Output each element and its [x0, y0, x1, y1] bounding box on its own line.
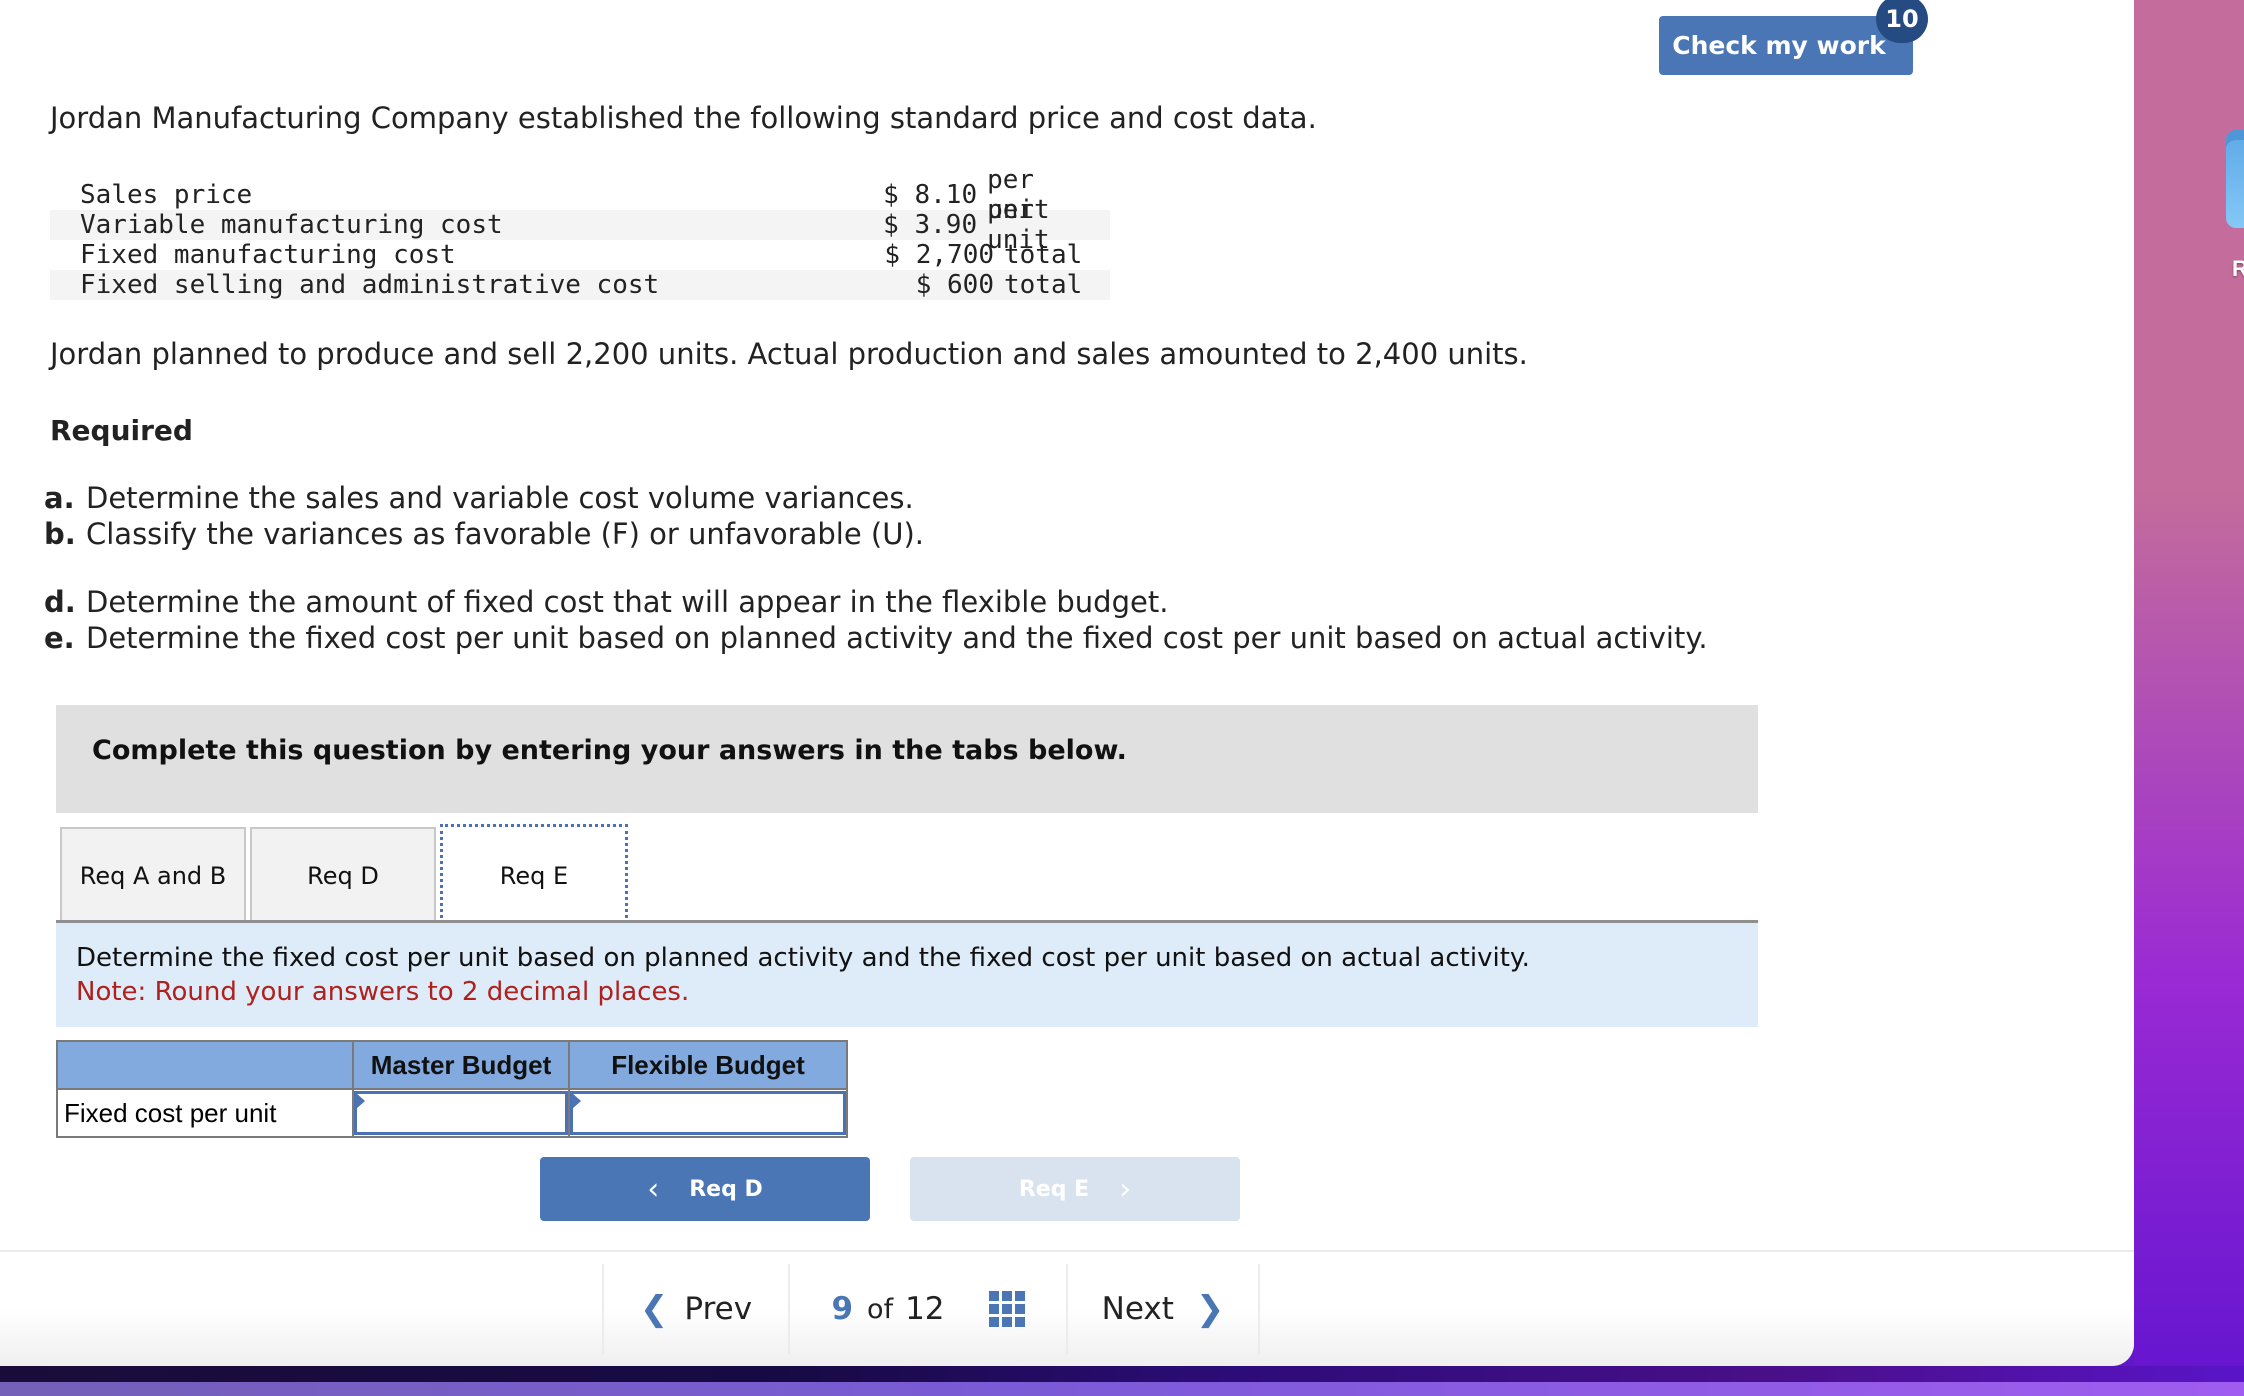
rounding-note: Note: Round your answers to 2 decimal pl… [76, 977, 690, 1007]
cell-marker-icon [572, 1093, 581, 1109]
required-heading: Required [50, 414, 193, 447]
cost-label: Variable manufacturing cost [80, 210, 503, 240]
question-footer: ❮ Prev 9 of 12 Next ❯ [0, 1250, 2134, 1366]
cost-label: Fixed manufacturing cost [80, 240, 456, 270]
requirement-letter: a. [44, 481, 75, 515]
cost-row: Fixed manufacturing cost $ 2,700 total [50, 240, 1110, 270]
chevron-left-icon: ❮ [639, 1289, 669, 1329]
cost-label: Sales price [80, 180, 253, 210]
question-grid-icon[interactable] [988, 1291, 1025, 1327]
requirement-letter: d. [44, 585, 76, 619]
cost-label: Fixed selling and administrative cost [80, 270, 660, 300]
master-budget-cell [352, 1088, 570, 1138]
cost-amount: $ 8.10 [883, 180, 978, 210]
tab-req-e[interactable]: Req E [440, 824, 628, 924]
dock [0, 1382, 2244, 1396]
flexible-budget-cell [568, 1088, 848, 1138]
tab-label: Req D [307, 861, 379, 890]
answer-table: Master Budget Flexible Budget Fixed cost… [56, 1040, 848, 1138]
check-my-work-button[interactable]: Check my work [1659, 16, 1913, 75]
requirement-item: a. Determine the sales and variable cost … [44, 481, 914, 515]
instructions-banner: Complete this question by entering your … [56, 705, 1758, 813]
column-header-blank [56, 1040, 354, 1090]
next-req-label: Req E [1018, 1176, 1090, 1202]
next-question-button[interactable]: Next ❯ [1066, 1264, 1260, 1354]
cost-amount: $ 3.90 [883, 210, 978, 240]
column-header-master-budget: Master Budget [352, 1040, 570, 1090]
prev-question-label: Prev [684, 1291, 753, 1327]
attempts-badge: 10 [1876, 0, 1928, 43]
current-question: 9 [831, 1291, 854, 1327]
row-label: Fixed cost per unit [56, 1088, 354, 1138]
cost-amount: $ 2,700 [884, 240, 994, 270]
requirement-text: Determine the fixed cost per unit based … [86, 621, 1708, 655]
requirement-letter: b. [44, 517, 76, 551]
requirement-text: Determine the amount of fixed cost that … [86, 585, 1169, 619]
prev-req-button[interactable]: ‹ Req D [540, 1157, 870, 1221]
cost-row: Variable manufacturing cost $ 3.90 per u… [50, 195, 1110, 255]
requirement-item: d. Determine the amount of fixed cost tha… [44, 585, 1168, 619]
cost-row: Sales price $ 8.10 per unit [50, 165, 1110, 225]
cost-data-table: Sales price $ 8.10 per unit Variable man… [50, 165, 1110, 300]
requirement-letter: e. [44, 621, 75, 655]
requirement-item: b. Classify the variances as favorable (F… [44, 517, 924, 551]
master-budget-input[interactable] [354, 1091, 568, 1135]
table-row: Fixed cost per unit [56, 1088, 848, 1138]
cost-row: Fixed selling and administrative cost $ … [50, 270, 1110, 300]
column-header-flexible-budget: Flexible Budget [568, 1040, 848, 1090]
tab-label: Req E [499, 861, 569, 890]
tab-label: Req A and B [79, 861, 227, 890]
desktop-strip [0, 1366, 2244, 1382]
instructions-text: Complete this question by entering your … [92, 735, 1127, 766]
next-req-button[interactable]: Req E › [910, 1157, 1240, 1221]
check-my-work-label: Check my work [1672, 31, 1886, 60]
requirement-text: Determine the sales and variable cost vo… [86, 481, 914, 515]
desktop-folder-icon[interactable] [2226, 130, 2244, 228]
tab-instructions: Determine the fixed cost per unit based … [56, 923, 1758, 1027]
chevron-right-icon: › [1119, 1171, 1132, 1207]
desktop-folder-label: R [2232, 256, 2244, 281]
cost-unit: total [1004, 240, 1083, 270]
planned-activity-text: Jordan planned to produce and sell 2,200… [50, 337, 1528, 371]
cost-unit: total [1004, 270, 1083, 300]
of-label: of [867, 1293, 894, 1325]
flexible-budget-input[interactable] [570, 1091, 846, 1135]
problem-intro: Jordan Manufacturing Company established… [50, 101, 1317, 135]
question-counter: 9 of 12 [788, 1264, 1066, 1354]
prev-req-label: Req D [689, 1176, 763, 1202]
cost-amount: $ 600 [915, 270, 994, 300]
requirement-item: e. Determine the fixed cost per unit base… [44, 621, 1708, 655]
chevron-right-icon: ❯ [1195, 1289, 1225, 1329]
cell-marker-icon [356, 1093, 365, 1109]
tab-prompt: Determine the fixed cost per unit based … [76, 943, 1530, 973]
next-question-label: Next [1101, 1291, 1174, 1327]
tab-req-d[interactable]: Req D [250, 827, 436, 922]
requirement-text: Classify the variances as favorable (F) … [86, 517, 924, 551]
browser-content: Check my work 10 Jordan Manufacturing Co… [0, 0, 2134, 1366]
chevron-left-icon: ‹ [647, 1171, 660, 1207]
total-questions: 12 [905, 1291, 945, 1327]
tab-req-a-and-b[interactable]: Req A and B [60, 827, 246, 922]
answer-table-header: Master Budget Flexible Budget [56, 1040, 848, 1090]
prev-question-button[interactable]: ❮ Prev [602, 1264, 788, 1354]
